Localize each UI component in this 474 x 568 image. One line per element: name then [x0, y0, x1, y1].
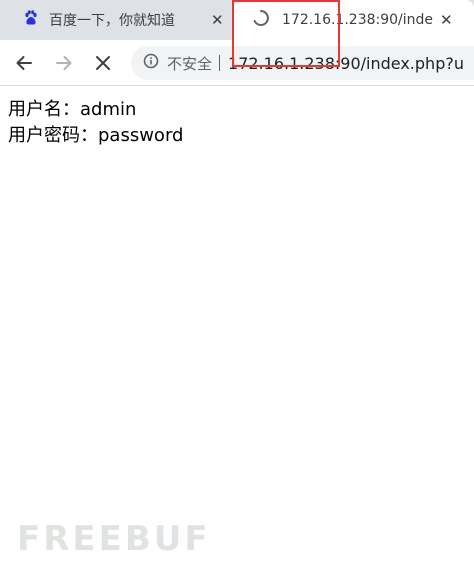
- omnibox-divider: [219, 55, 221, 71]
- loading-spinner-icon: [252, 9, 270, 31]
- tab-title: 172.16.1.238:90/index.php?u: [282, 12, 433, 28]
- baidu-paw-icon: [23, 10, 39, 30]
- forward-button[interactable]: [51, 50, 77, 76]
- url-text[interactable]: 172.16.1.238:90/index.php?u: [228, 54, 464, 73]
- close-icon: [96, 56, 110, 70]
- browser-toolbar: 不安全 172.16.1.238:90/index.php?u: [0, 40, 474, 86]
- watermark-text: FREEBUF: [17, 519, 211, 559]
- page-content: 用户名：admin 用户密码：password: [8, 97, 183, 149]
- close-tab-button[interactable]: ✕: [440, 11, 453, 29]
- tab-title: 百度一下，你就知道: [49, 13, 175, 29]
- password-line: 用户密码：password: [8, 125, 184, 146]
- stop-loading-button[interactable]: [90, 50, 116, 76]
- tab-active[interactable]: 172.16.1.238:90/index.php?u ✕: [234, 0, 474, 40]
- freebuf-watermark-logo: FREEBUF: [17, 519, 211, 559]
- tab-strip: 百度一下，你就知道 ✕ 172.16.1.238:90/index.php?u …: [0, 0, 474, 40]
- security-status[interactable]: 不安全: [167, 53, 212, 74]
- info-icon[interactable]: [143, 53, 159, 73]
- arrow-right-icon: [56, 56, 72, 70]
- arrow-left-icon: [16, 56, 32, 70]
- username-line: 用户名：admin: [8, 99, 137, 120]
- back-button[interactable]: [11, 50, 37, 76]
- tab-baidu[interactable]: 百度一下，你就知道 ✕: [0, 0, 234, 40]
- address-bar[interactable]: 不安全 172.16.1.238:90/index.php?u: [131, 46, 474, 80]
- close-tab-button[interactable]: ✕: [211, 11, 224, 29]
